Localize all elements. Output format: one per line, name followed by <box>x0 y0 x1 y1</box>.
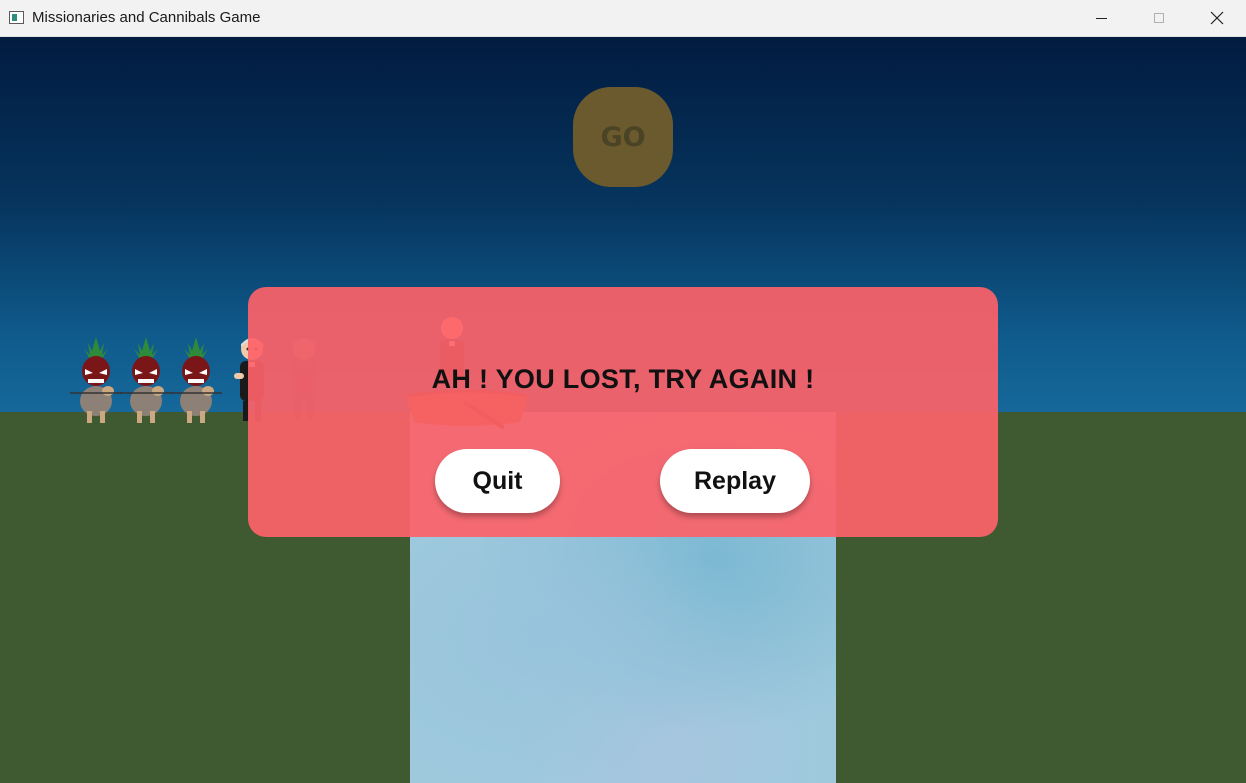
app-icon <box>9 11 24 24</box>
close-icon <box>1210 11 1224 25</box>
minimize-icon <box>1095 17 1107 19</box>
lose-message: AH ! YOU LOST, TRY AGAIN ! <box>431 364 815 394</box>
maximize-button[interactable] <box>1130 0 1188 36</box>
go-button[interactable]: GO <box>573 87 673 187</box>
minimize-button[interactable] <box>1072 0 1130 36</box>
quit-button[interactable]: Quit <box>435 449 560 513</box>
cannibal-icon[interactable] <box>120 335 172 425</box>
game-over-dialog: AH ! YOU LOST, TRY AGAIN ! Quit Replay <box>248 287 998 537</box>
cannibal-icon[interactable] <box>170 335 222 425</box>
window-title: Missionaries and Cannibals Game <box>32 9 261 26</box>
window-titlebar: Missionaries and Cannibals Game <box>0 0 1246 37</box>
replay-button[interactable]: Replay <box>660 449 810 513</box>
game-scene: GO AH ! YOU LOST, TRY AGAIN ! Quit Repla… <box>0 37 1246 783</box>
close-button[interactable] <box>1188 0 1246 36</box>
cannibal-icon[interactable] <box>70 335 122 425</box>
maximize-icon <box>1154 13 1164 23</box>
